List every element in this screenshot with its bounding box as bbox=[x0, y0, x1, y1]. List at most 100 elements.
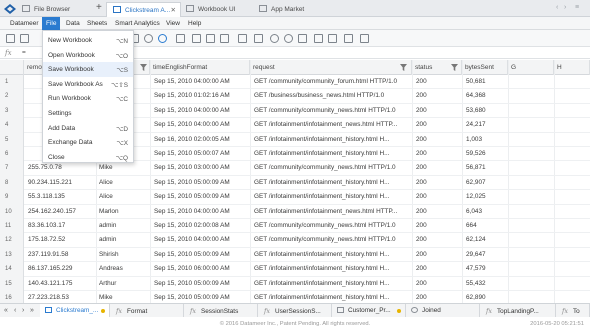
row-number[interactable]: 7 bbox=[0, 161, 24, 176]
duplicate-icon[interactable] bbox=[20, 34, 29, 43]
filter-funnel-icon[interactable] bbox=[451, 64, 458, 71]
menu-item-open-workbook[interactable]: Open Workbook ⌥O bbox=[43, 48, 133, 63]
cell-request[interactable]: GET /infotainment/infotainment_news.html… bbox=[254, 121, 410, 128]
cell-status[interactable]: 200 bbox=[416, 280, 460, 287]
row-number[interactable]: 6 bbox=[0, 147, 24, 162]
cell-bytes[interactable]: 24,217 bbox=[466, 121, 506, 128]
union-icon[interactable] bbox=[254, 34, 263, 43]
row-number[interactable]: 10 bbox=[0, 204, 24, 219]
cell-user[interactable]: Alice bbox=[99, 179, 148, 186]
cell-status[interactable]: 200 bbox=[416, 265, 460, 272]
column-header-request[interactable]: request bbox=[250, 60, 412, 75]
thumbs-down-icon[interactable] bbox=[220, 34, 229, 43]
cell-user[interactable]: Shirish bbox=[99, 251, 148, 258]
menu-sheets[interactable]: Sheets bbox=[87, 17, 107, 30]
cell-request[interactable]: GET /infotainment/infotainment_history.h… bbox=[254, 136, 410, 143]
cell-bytes[interactable]: 1,003 bbox=[466, 136, 506, 143]
table-row[interactable]: 15 140.43.121.175 Arthur Sep 15, 2010 05:00… bbox=[0, 276, 590, 291]
cell-host[interactable]: 86.137.165.229 bbox=[28, 265, 94, 272]
share-icon[interactable] bbox=[360, 34, 369, 43]
cell-status[interactable]: 200 bbox=[416, 222, 460, 229]
tab-app-market[interactable]: App Market bbox=[259, 2, 329, 17]
row-number[interactable]: 12 bbox=[0, 233, 24, 248]
cell-status[interactable]: 200 bbox=[416, 92, 460, 99]
cell-bytes[interactable]: 62,124 bbox=[466, 236, 506, 243]
close-tab-icon[interactable]: ✕ bbox=[171, 6, 176, 14]
cell-time[interactable]: Sep 15, 2010 04:00:00 AM bbox=[154, 208, 248, 215]
menu-help[interactable]: Help bbox=[188, 17, 201, 30]
sheet-tab-to[interactable]: fx To bbox=[556, 304, 590, 318]
cell-bytes[interactable]: 55,432 bbox=[466, 280, 506, 287]
cell-time[interactable]: Sep 16, 2010 02:00:05 AM bbox=[154, 136, 248, 143]
cell-request[interactable]: GET /community/community_news.html HTTP/… bbox=[254, 107, 410, 114]
sheet-tab-format[interactable]: fx Format bbox=[110, 304, 184, 318]
menu-item-save-workbook[interactable]: Save Workbook ⌥S bbox=[43, 62, 133, 77]
cell-user[interactable]: Andreas bbox=[99, 265, 148, 272]
sheet-tab-sessionstats[interactable]: fx SessionStats bbox=[184, 304, 258, 318]
cell-host[interactable]: 27.223.218.53 bbox=[28, 294, 94, 301]
cell-host[interactable]: 237.119.91.58 bbox=[28, 251, 94, 258]
chart-icon[interactable] bbox=[298, 34, 307, 43]
table-row[interactable]: 11 83.36.103.17 admin Sep 15, 2010 02:00:08… bbox=[0, 219, 590, 234]
sheet-tab-toplanding[interactable]: fx TopLandingP... bbox=[480, 304, 556, 318]
cell-time[interactable]: Sep 15, 2010 02:00:08 AM bbox=[154, 222, 248, 229]
cell-request[interactable]: GET /infotainment/infotainment_history.h… bbox=[254, 280, 410, 287]
table-row[interactable]: 10 254.162.240.157 Marlon Sep 15, 2010 04:0… bbox=[0, 204, 590, 219]
cell-time[interactable]: Sep 15, 2010 01:02:16 AM bbox=[154, 92, 248, 99]
sync-icon[interactable] bbox=[158, 34, 167, 43]
cell-time[interactable]: Sep 15, 2010 06:00:00 AM bbox=[154, 265, 248, 272]
cell-status[interactable]: 200 bbox=[416, 236, 460, 243]
cell-request[interactable]: GET /infotainment/infotainment_history.h… bbox=[254, 251, 410, 258]
table-row[interactable]: 12 175.18.72.52 admin Sep 15, 2010 04:00:00… bbox=[0, 233, 590, 248]
join-icon[interactable] bbox=[238, 34, 247, 43]
cell-host[interactable]: 255.75.0.78 bbox=[28, 164, 94, 171]
cell-status[interactable]: 200 bbox=[416, 107, 460, 114]
cell-user[interactable]: Mike bbox=[99, 294, 148, 301]
cell-status[interactable]: 200 bbox=[416, 164, 460, 171]
cell-request[interactable]: GET /infotainment/infotainment_history.h… bbox=[254, 265, 410, 272]
cell-time[interactable]: Sep 15, 2010 04:00:00 AM bbox=[154, 236, 248, 243]
menu-item-exchange-data[interactable]: Exchange Data ⌥X bbox=[43, 135, 133, 150]
next-sheet-icon[interactable]: › bbox=[22, 307, 24, 314]
cell-request[interactable]: GET /business/business_news.html HTTP/1.… bbox=[254, 92, 410, 99]
sort-icon[interactable] bbox=[192, 34, 201, 43]
cell-status[interactable]: 200 bbox=[416, 150, 460, 157]
cell-host[interactable]: 140.43.121.175 bbox=[28, 280, 94, 287]
sheet-tab-customer[interactable]: Customer_Pr... bbox=[332, 304, 406, 318]
cell-status[interactable]: 200 bbox=[416, 208, 460, 215]
cell-host[interactable]: 83.36.103.17 bbox=[28, 222, 94, 229]
row-number[interactable]: 5 bbox=[0, 132, 24, 147]
cell-request[interactable]: GET /community/community_news.html HTTP/… bbox=[254, 222, 410, 229]
table-row[interactable]: 8 90.234.115.221 Alice Sep 15, 2010 05:00:0… bbox=[0, 175, 590, 191]
cell-user[interactable]: Mike bbox=[99, 164, 148, 171]
find-replace-icon[interactable] bbox=[328, 34, 337, 43]
row-number[interactable]: 15 bbox=[0, 276, 24, 291]
cell-time[interactable]: Sep 15, 2010 04:00:00 AM bbox=[154, 78, 248, 85]
column-header-h[interactable]: H bbox=[554, 60, 590, 75]
table-row[interactable]: 9 55.3.118.135 Alice Sep 15, 2010 05:00:09 … bbox=[0, 190, 590, 205]
table-row[interactable]: 13 237.119.91.58 Shirish Sep 15, 2010 05:00… bbox=[0, 247, 590, 263]
tab-clickstream[interactable]: Clickstream A... ✕ bbox=[106, 2, 181, 17]
cell-request[interactable]: GET /community/community_news.html HTTP/… bbox=[254, 164, 410, 171]
cell-status[interactable]: 200 bbox=[416, 179, 460, 186]
row-number[interactable]: 14 bbox=[0, 262, 24, 277]
cell-status[interactable]: 200 bbox=[416, 78, 460, 85]
cell-time[interactable]: Sep 15, 2010 05:00:07 AM bbox=[154, 150, 248, 157]
cell-user[interactable]: Arthur bbox=[99, 280, 148, 287]
prev-sheet-icon[interactable]: ‹ bbox=[14, 307, 16, 314]
tab-workbook-ui[interactable]: Workbook UI bbox=[186, 2, 252, 17]
cell-status[interactable]: 200 bbox=[416, 193, 460, 200]
menu-data[interactable]: Data bbox=[66, 17, 80, 30]
sheet-tab-usersessions[interactable]: fx UserSessionS... bbox=[258, 304, 332, 318]
cell-time[interactable]: Sep 15, 2010 04:00:00 AM bbox=[154, 107, 248, 114]
cell-time[interactable]: Sep 15, 2010 05:00:09 AM bbox=[154, 280, 248, 287]
filter-funnel-icon[interactable] bbox=[140, 64, 147, 71]
cell-bytes[interactable]: 50,681 bbox=[466, 78, 506, 85]
previous-tab-icon[interactable]: ‹ bbox=[556, 4, 558, 11]
cell-bytes[interactable]: 62,890 bbox=[466, 294, 506, 301]
cell-request[interactable]: GET /infotainment/infotainment_news.html… bbox=[254, 208, 410, 215]
row-number[interactable]: 1 bbox=[0, 75, 24, 90]
next-tab-icon[interactable]: › bbox=[564, 4, 566, 11]
cell-bytes[interactable]: 47,579 bbox=[466, 265, 506, 272]
play-icon[interactable] bbox=[284, 34, 293, 43]
